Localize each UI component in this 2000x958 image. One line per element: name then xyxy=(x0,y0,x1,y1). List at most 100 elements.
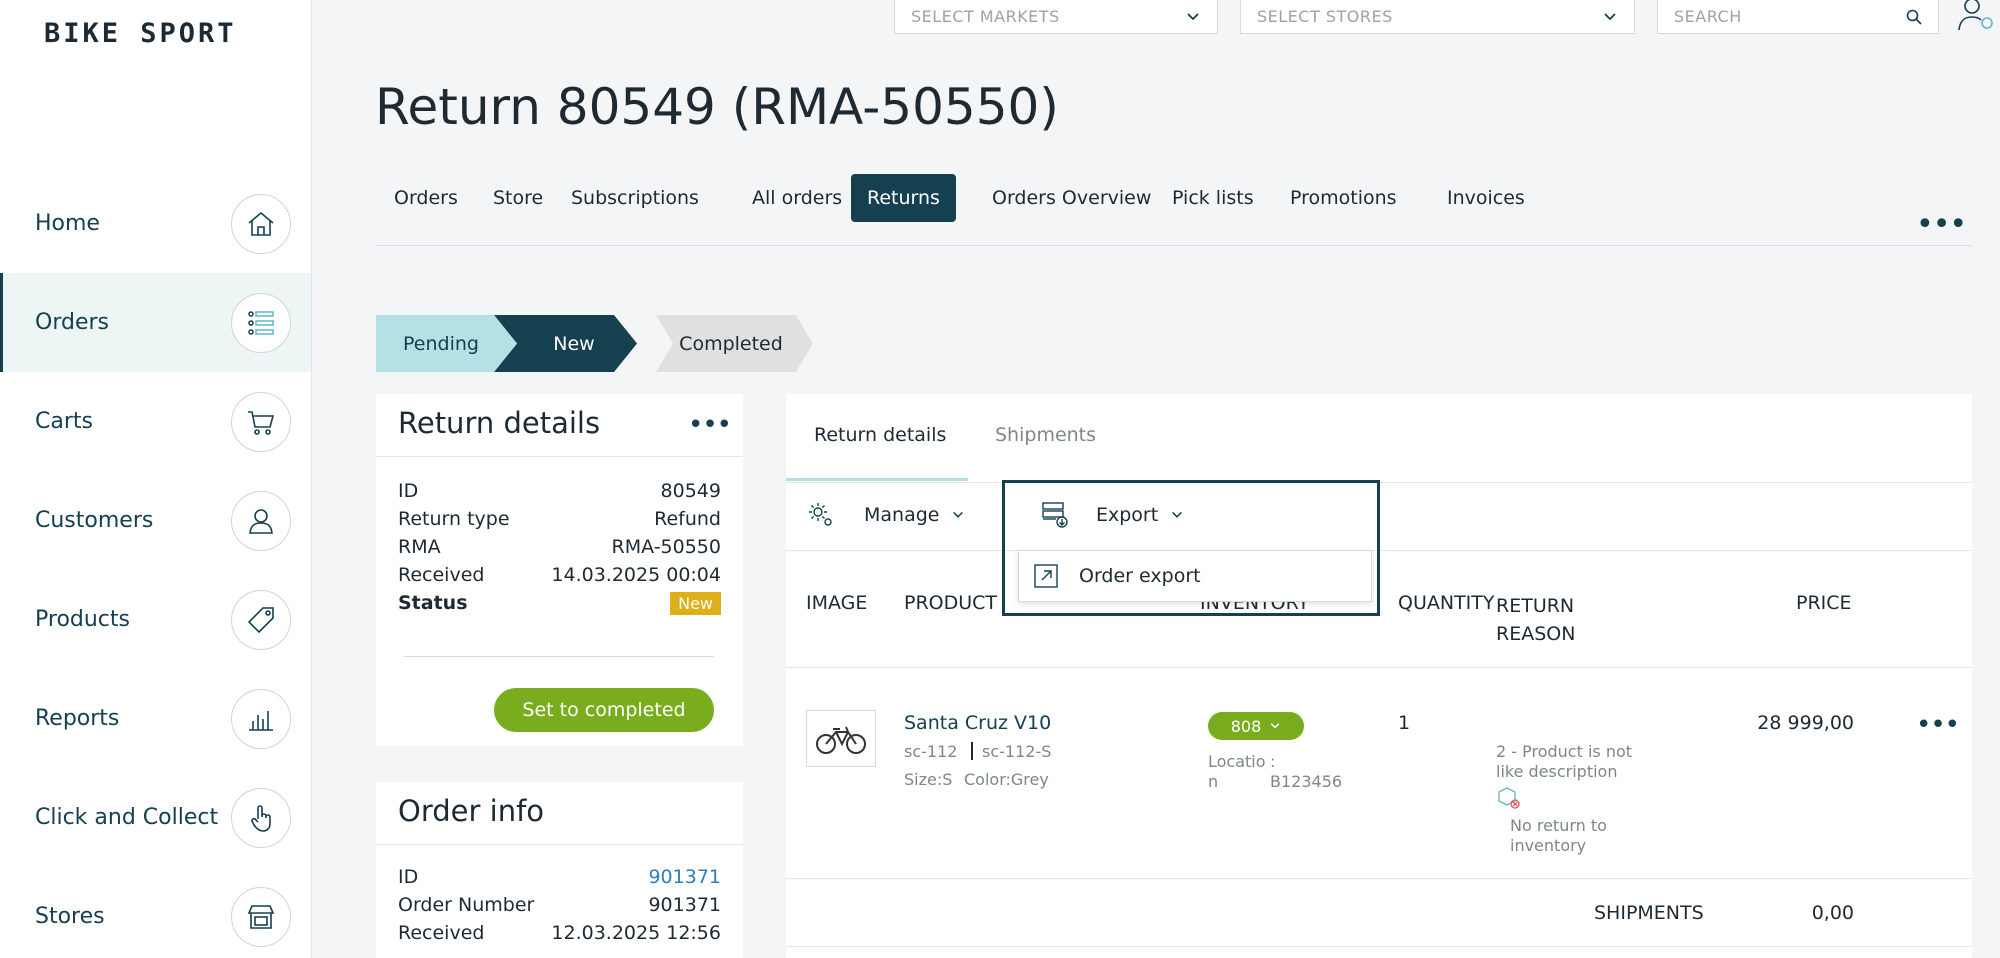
markets-select[interactable]: SELECT MARKETS xyxy=(894,0,1218,34)
sidebar-item-label: Home xyxy=(35,211,100,236)
shipments-value: 0,00 xyxy=(1811,902,1854,924)
order-row-id: ID 901371 xyxy=(398,866,721,888)
sidebar-item-label: Orders xyxy=(35,310,109,335)
order-row-number: Order Number 901371 xyxy=(398,894,721,916)
divider xyxy=(404,656,714,657)
divider xyxy=(786,946,1972,947)
tag-icon xyxy=(231,589,291,650)
inventory-value: 808 xyxy=(1230,716,1262,736)
sidebar-item-click-and-collect[interactable]: Click and Collect xyxy=(0,768,311,867)
hand-pointer-icon xyxy=(231,787,291,848)
gear-icon xyxy=(809,503,832,526)
sidebar-item-label: Products xyxy=(35,607,130,632)
divider xyxy=(376,844,743,845)
divider xyxy=(786,878,1972,879)
return-details-title: Return details xyxy=(398,406,601,440)
tab-orders[interactable]: Orders xyxy=(378,174,474,222)
step-new: New xyxy=(553,332,595,355)
stores-select-placeholder: SELECT STORES xyxy=(1257,7,1393,26)
section-tabs: Orders Store Subscriptions All orders Re… xyxy=(376,174,1972,246)
stores-select[interactable]: SELECT STORES xyxy=(1240,0,1635,34)
no-return-text: No return to inventory xyxy=(1510,816,1607,855)
return-reason: 2 - Product is not like description xyxy=(1496,742,1633,781)
sidebar: BIKE SPORT Home Orders Carts Customers P… xyxy=(0,0,312,958)
tab-orders-overview[interactable]: Orders Overview xyxy=(976,174,1167,222)
divider xyxy=(786,667,1972,668)
detail-row-id: ID 80549 xyxy=(398,480,721,502)
status-badge: New xyxy=(670,592,721,615)
search-input[interactable]: SEARCH xyxy=(1657,0,1939,34)
order-id-link[interactable]: 901371 xyxy=(648,866,721,888)
sidebar-item-label: Stores xyxy=(35,904,105,929)
quantity-value: 1 xyxy=(1398,712,1411,734)
row-more-icon[interactable]: ••• xyxy=(1916,712,1960,738)
detail-row-rma: RMA RMA-50550 xyxy=(398,536,721,558)
location-separator: : xyxy=(1270,752,1276,771)
sidebar-item-home[interactable]: Home xyxy=(0,174,311,273)
column-header-price: PRICE xyxy=(1796,592,1852,614)
price-value: 28 999,00 xyxy=(1757,712,1854,734)
order-row-received: Received 12.03.2025 12:56 xyxy=(398,922,721,944)
sidebar-item-reports[interactable]: Reports xyxy=(0,669,311,768)
page-title: Return 80549 (RMA-50550) xyxy=(375,78,1059,136)
chevron-down-icon xyxy=(1187,12,1199,20)
tab-shipments[interactable]: Shipments xyxy=(995,424,1096,446)
tab-promotions[interactable]: Promotions xyxy=(1274,174,1413,222)
cart-icon xyxy=(231,391,291,452)
search-placeholder: SEARCH xyxy=(1674,7,1742,26)
chevron-down-icon xyxy=(1270,723,1280,729)
person-icon xyxy=(231,490,291,551)
sidebar-item-label: Customers xyxy=(35,508,154,533)
export-highlight-frame xyxy=(1002,480,1380,616)
bike-icon xyxy=(816,726,866,754)
tab-subscriptions[interactable]: Subscriptions xyxy=(555,174,715,222)
tab-store[interactable]: Store xyxy=(477,174,559,222)
column-header-product: PRODUCT xyxy=(904,592,998,614)
tab-returns[interactable]: Returns xyxy=(851,174,956,222)
no-return-icon xyxy=(1498,787,1520,809)
sku-separator xyxy=(971,742,973,760)
search-icon[interactable] xyxy=(1906,9,1922,25)
step-pending: Pending xyxy=(403,332,479,355)
home-icon xyxy=(231,193,291,254)
return-details-more-icon[interactable]: ••• xyxy=(688,412,732,438)
bar-chart-icon xyxy=(231,688,291,749)
order-info-title: Order info xyxy=(398,794,545,828)
column-header-quantity: QUANTITY xyxy=(1398,592,1495,614)
chevron-down-icon xyxy=(1604,12,1616,20)
shipments-label: SHIPMENTS xyxy=(1594,902,1704,924)
location-value: B123456 xyxy=(1270,772,1343,791)
sidebar-item-customers[interactable]: Customers xyxy=(0,471,311,570)
tab-invoices[interactable]: Invoices xyxy=(1431,174,1541,222)
manage-dropdown[interactable]: Manage xyxy=(864,504,965,526)
return-details-card: Return details ••• ID 80549 Return type Re… xyxy=(376,394,743,746)
tab-pick-lists[interactable]: Pick lists xyxy=(1156,174,1270,222)
sidebar-item-label: Carts xyxy=(35,409,93,434)
sidebar-item-orders[interactable]: Orders xyxy=(0,273,311,372)
app-logo[interactable]: BIKE SPORT xyxy=(44,18,237,49)
divider xyxy=(376,456,743,457)
inventory-dropdown[interactable]: 808 xyxy=(1208,712,1304,740)
product-thumbnail[interactable] xyxy=(806,710,876,767)
product-name[interactable]: Santa Cruz V10 xyxy=(904,712,1051,734)
location-label: Locatio n xyxy=(1208,752,1266,791)
list-icon xyxy=(231,292,291,353)
sidebar-item-label: Click and Collect xyxy=(35,805,219,830)
step-completed: Completed xyxy=(679,332,783,355)
sidebar-item-carts[interactable]: Carts xyxy=(0,372,311,471)
column-header-return-reason: RETURN REASON xyxy=(1496,595,1576,645)
order-info-card: Order info ID 901371 Order Number 901371 R… xyxy=(376,782,743,958)
set-to-completed-button[interactable]: Set to completed xyxy=(494,688,714,732)
chevron-down-icon xyxy=(953,511,964,518)
variant-sku: sc-112-S xyxy=(982,742,1052,761)
store-icon xyxy=(231,886,291,947)
sidebar-item-stores[interactable]: Stores xyxy=(0,867,311,958)
tab-all-orders[interactable]: All orders xyxy=(736,174,858,222)
column-header-image: IMAGE xyxy=(806,592,868,614)
sidebar-item-products[interactable]: Products xyxy=(0,570,311,669)
tabs-more-icon[interactable]: ••• xyxy=(1916,210,1967,240)
markets-select-placeholder: SELECT MARKETS xyxy=(911,7,1060,26)
user-settings-icon[interactable] xyxy=(1956,0,1996,30)
tab-return-details[interactable]: Return details xyxy=(814,424,946,446)
product-color: Color:Grey xyxy=(964,770,1049,789)
